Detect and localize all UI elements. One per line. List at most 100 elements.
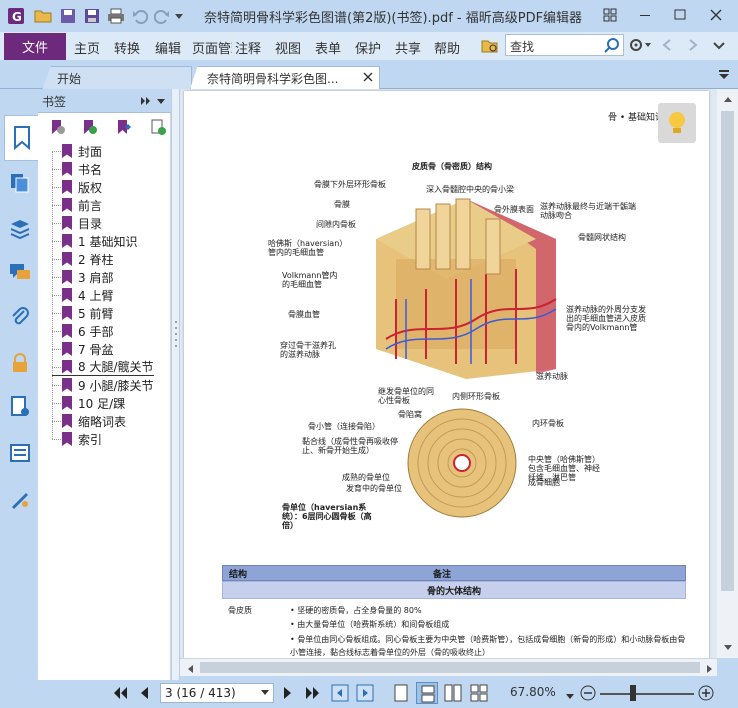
zoom-in-icon[interactable] xyxy=(698,685,714,704)
search-input[interactable]: 查找 xyxy=(505,34,624,56)
table-subheader: 骨的大体结构 xyxy=(222,581,686,599)
bookmark-item[interactable]: 4 上臂 xyxy=(52,286,113,304)
zoom-slider-track[interactable] xyxy=(600,693,694,695)
table-row-label: 骨皮质 xyxy=(228,606,252,615)
nav-back-icon[interactable] xyxy=(660,38,674,55)
continuous-facing-view-icon[interactable] xyxy=(470,684,488,705)
bookmark-item[interactable]: 缩略词表 xyxy=(52,412,126,430)
tip-lightbulb-button[interactable] xyxy=(658,103,696,143)
bookmark-item[interactable]: 10 足/踝 xyxy=(52,394,125,412)
page-number-field[interactable]: 3 (16 / 413) xyxy=(160,683,274,703)
panel-splitter[interactable] xyxy=(171,89,180,680)
minimize-button[interactable] xyxy=(632,4,658,26)
bookmark-item[interactable]: 前言 xyxy=(52,196,102,214)
security-lock-icon[interactable] xyxy=(8,351,32,375)
bookmark-item[interactable]: 书名 xyxy=(52,160,102,178)
bookmark-label: 7 骨盆 xyxy=(78,342,114,357)
previous-page-icon[interactable] xyxy=(138,686,150,703)
tab-start[interactable]: 开始 xyxy=(42,66,192,89)
bookmark-item[interactable]: 封面 xyxy=(52,142,102,160)
add-page-bookmark-icon[interactable] xyxy=(150,119,166,138)
bookmark-item[interactable]: 3 肩部 xyxy=(52,268,113,286)
ribbon-display-icon[interactable] xyxy=(597,4,623,26)
tab-document[interactable]: 奈特简明骨科学彩色图... xyxy=(190,66,380,89)
horizontal-scrollbar[interactable] xyxy=(180,658,717,676)
figure-label: 滋养动脉最终与近端干骺端动脉吻合 xyxy=(540,202,636,220)
undo-icon[interactable] xyxy=(130,6,150,26)
bookmark-item[interactable]: 7 骨盆 xyxy=(52,340,113,358)
save-as-icon[interactable] xyxy=(82,6,102,26)
maximize-button[interactable] xyxy=(667,4,693,26)
previous-view-icon[interactable] xyxy=(331,684,349,705)
panel-expand-icon[interactable] xyxy=(140,95,152,109)
menu-edit[interactable]: 编辑 xyxy=(155,38,181,57)
tab-close-icon[interactable] xyxy=(363,71,373,85)
bookmark-go-icon[interactable] xyxy=(116,119,132,138)
bookmark-item-selected[interactable]: 8 大腿/髋关节 xyxy=(52,358,154,376)
layers-icon[interactable] xyxy=(8,217,32,241)
bookmark-item[interactable]: 索引 xyxy=(52,430,102,448)
attachments-icon[interactable] xyxy=(8,305,32,329)
document-properties-icon[interactable] xyxy=(8,395,32,419)
settings-gear-icon[interactable] xyxy=(628,37,652,56)
close-button[interactable] xyxy=(703,4,729,26)
scrollbar-thumb[interactable] xyxy=(200,662,700,673)
menu-share[interactable]: 共享 xyxy=(395,38,421,57)
search-icon[interactable] xyxy=(604,37,620,56)
single-page-view-icon[interactable] xyxy=(394,684,408,705)
bookmark-item[interactable]: 9 小腿/膝关节 xyxy=(52,376,154,394)
table-bullet: • 坚硬的密质骨，占全身骨量的 80% xyxy=(290,606,422,615)
menu-convert[interactable]: 转换 xyxy=(114,38,140,57)
scrollbar-thumb[interactable] xyxy=(721,111,734,591)
bookmark-item[interactable]: 2 脊柱 xyxy=(52,250,113,268)
menu-comment[interactable]: 注释 xyxy=(235,38,261,57)
tab-list-dropdown-icon[interactable] xyxy=(718,69,730,84)
table-col-notes: 备注 xyxy=(433,569,452,580)
zoom-out-icon[interactable] xyxy=(580,685,596,704)
bookmark-flag-icon xyxy=(62,288,72,302)
add-bookmark-icon[interactable] xyxy=(82,119,98,138)
menu-protect[interactable]: 保护 xyxy=(355,38,381,57)
table-bullet-text: 坚硬的密质骨，占全身骨量的 80% xyxy=(297,606,422,615)
bookmark-flag-icon xyxy=(62,378,72,392)
bookmark-label: 10 足/踝 xyxy=(78,396,126,411)
next-view-icon[interactable] xyxy=(356,684,374,705)
delete-bookmark-icon[interactable] xyxy=(50,119,66,138)
bookmark-flag-icon xyxy=(62,162,72,176)
last-page-icon[interactable] xyxy=(305,686,321,703)
find-folder-icon[interactable] xyxy=(481,37,499,58)
bookmark-item[interactable]: 5 前臂 xyxy=(52,304,113,322)
menu-page-manage[interactable]: 页面管理 xyxy=(192,38,232,57)
menu-form[interactable]: 表单 xyxy=(315,38,341,57)
save-icon[interactable] xyxy=(58,6,78,26)
bookmark-panel-tab[interactable] xyxy=(4,115,38,161)
redo-icon[interactable] xyxy=(152,6,172,26)
page-thumbnails-icon[interactable] xyxy=(8,171,32,195)
print-icon[interactable] xyxy=(106,6,126,26)
bookmark-item[interactable]: 目录 xyxy=(52,214,102,232)
bookmark-item[interactable]: 1 基础知识 xyxy=(52,232,137,250)
comments-icon[interactable] xyxy=(8,261,32,285)
form-fields-icon[interactable] xyxy=(8,441,32,465)
menu-help[interactable]: 帮助 xyxy=(434,38,460,57)
first-page-icon[interactable] xyxy=(112,686,128,703)
bookmark-item[interactable]: 6 手部 xyxy=(52,322,113,340)
facing-view-icon[interactable] xyxy=(444,684,462,705)
next-page-icon[interactable] xyxy=(282,686,294,703)
zoom-level[interactable]: 67.80% xyxy=(510,685,556,699)
menu-view[interactable]: 视图 xyxy=(275,38,301,57)
quick-access-dropdown-icon[interactable] xyxy=(172,6,186,26)
ribbon-collapse-icon[interactable] xyxy=(712,38,726,55)
open-folder-icon[interactable] xyxy=(33,6,53,26)
panel-menu-dropdown-icon[interactable] xyxy=(156,95,166,109)
continuous-view-icon[interactable] xyxy=(416,682,438,704)
signature-panel-icon[interactable] xyxy=(8,487,32,511)
figure-label: 成熟的骨单位 xyxy=(342,473,390,482)
menu-home[interactable]: 主页 xyxy=(74,38,100,57)
zoom-dropdown-icon[interactable] xyxy=(566,689,574,703)
bookmark-item[interactable]: 版权 xyxy=(52,178,102,196)
file-menu-button[interactable]: 文件 xyxy=(4,33,66,60)
vertical-scrollbar[interactable] xyxy=(717,89,738,658)
nav-forward-icon[interactable] xyxy=(686,38,700,55)
zoom-slider-handle[interactable] xyxy=(630,685,636,701)
